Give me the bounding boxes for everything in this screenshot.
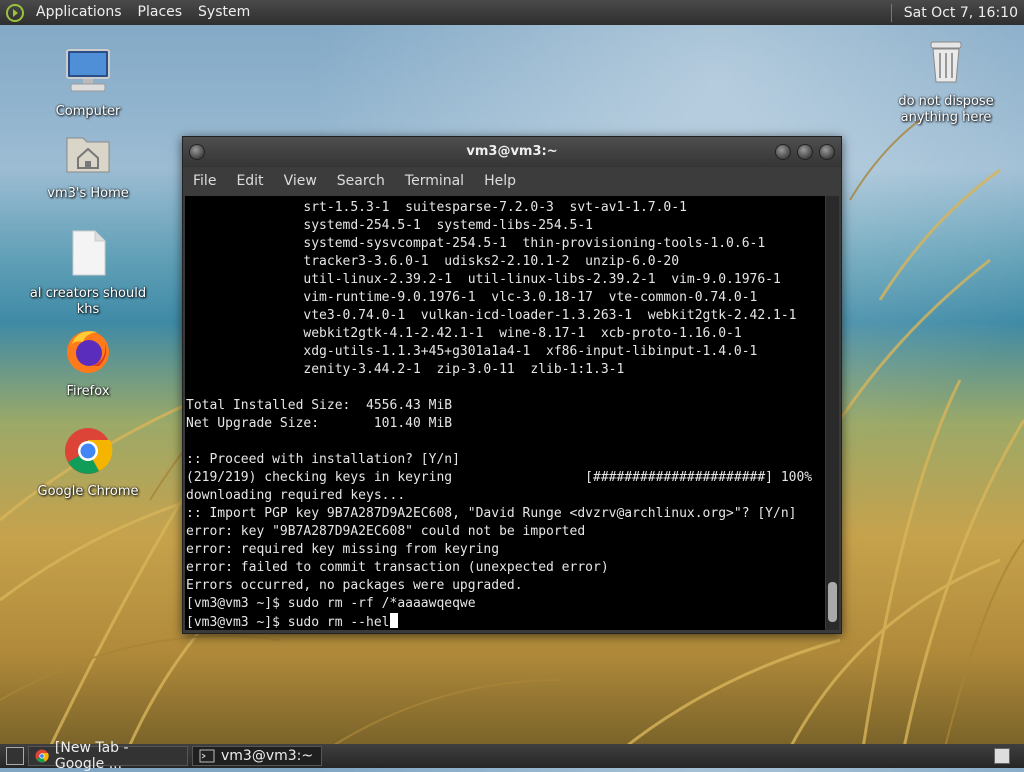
desktop-icon-computer[interactable]: Computer xyxy=(28,46,148,120)
clock[interactable]: Sat Oct 7, 16:10 xyxy=(904,5,1024,21)
scrollbar-thumb[interactable] xyxy=(828,582,837,622)
terminal-line: error: failed to commit transaction (une… xyxy=(186,560,609,575)
terminal-line: [vm3@vm3 ~]$ sudo rm -rf /*aaaawqeqwe xyxy=(186,596,476,611)
computer-icon xyxy=(66,49,110,92)
terminal-current-input: [vm3@vm3 ~]$ sudo rm --hel xyxy=(186,615,390,630)
terminal-line: vim-runtime-9.0.1976-1 vlc-3.0.18-17 vte… xyxy=(186,290,758,305)
terminal-titlebar[interactable]: vm3@vm3:~ xyxy=(183,137,841,167)
terminal-cursor xyxy=(389,613,398,628)
bottom-panel: [New Tab - Google ... vm3@vm3:~ xyxy=(0,740,1024,772)
terminal-line: webkit2gtk-4.1-2.42.1-1 wine-8.17-1 xcb-… xyxy=(186,326,742,341)
menu-help[interactable]: Help xyxy=(474,173,526,189)
desktop-icon-label: Computer xyxy=(55,104,121,119)
terminal-line: xdg-utils-1.1.3+45+g301a1a4-1 xf86-input… xyxy=(186,344,758,359)
distro-logo-icon[interactable] xyxy=(6,3,24,22)
terminal-output[interactable]: srt-1.5.3-1 suitesparse-7.2.0-3 svt-av1-… xyxy=(185,196,825,630)
menu-edit[interactable]: Edit xyxy=(226,173,273,189)
clock-area: Sat Oct 7, 16:10 xyxy=(890,0,1024,25)
chrome-icon xyxy=(65,428,113,474)
terminal-line: :: Import PGP key 9B7A287D9A2EC608, "Dav… xyxy=(186,506,797,521)
chrome-icon xyxy=(35,749,49,763)
window-menu-button[interactable] xyxy=(189,144,205,160)
terminal-line: error: required key missing from keyring xyxy=(186,542,500,557)
terminal-line: (219/219) checking keys in keyring [####… xyxy=(186,470,813,485)
minimize-button[interactable] xyxy=(775,144,791,160)
terminal-menubar: File Edit View Search Terminal Help xyxy=(183,167,841,195)
terminal-line: Errors occurred, no packages were upgrad… xyxy=(186,578,523,593)
terminal-line: :: Proceed with installation? [Y/n] xyxy=(186,452,460,467)
terminal-line: Net Upgrade Size: 101.40 MiB xyxy=(186,416,453,431)
terminal-line: util-linux-2.39.2-1 util-linux-libs-2.39… xyxy=(186,272,781,287)
maximize-button[interactable] xyxy=(797,144,813,160)
desktop-icon-label: Google Chrome xyxy=(37,484,139,499)
menu-file[interactable]: File xyxy=(183,173,226,189)
terminal-line: Total Installed Size: 4556.43 MiB xyxy=(186,398,453,413)
show-desktop-button[interactable] xyxy=(6,747,24,765)
panel-separator xyxy=(890,3,898,22)
taskbar-item-label: [New Tab - Google ... xyxy=(54,740,129,772)
terminal-line: tracker3-3.6.0-1 udisks2-2.10.1-2 unzip-… xyxy=(186,254,680,269)
desktop-icon-trash[interactable]: do not dispose anything here xyxy=(886,36,1006,126)
terminal-line: srt-1.5.3-1 suitesparse-7.2.0-3 svt-av1-… xyxy=(186,200,687,215)
terminal-line: downloading required keys... xyxy=(186,488,406,503)
terminal-line: systemd-254.5-1 systemd-libs-254.5-1 xyxy=(186,218,593,233)
desktop-icon-home[interactable]: vm3's Home xyxy=(28,128,148,202)
terminal-title: vm3@vm3:~ xyxy=(466,144,558,159)
terminal-icon xyxy=(199,749,215,763)
taskbar-item-label: vm3@vm3:~ xyxy=(221,748,314,764)
desktop-icon-label: Firefox xyxy=(66,384,110,399)
terminal-window[interactable]: vm3@vm3:~ File Edit View Search Terminal… xyxy=(182,136,842,634)
system-menu[interactable]: System xyxy=(190,0,258,25)
desktop-icon-text-file[interactable]: al creators should khs xyxy=(28,228,148,318)
menu-terminal[interactable]: Terminal xyxy=(395,173,474,189)
close-button[interactable] xyxy=(819,144,835,160)
applications-menu[interactable]: Applications xyxy=(28,0,130,25)
window-controls xyxy=(775,144,835,160)
places-menu[interactable]: Places xyxy=(130,0,191,25)
trash-icon xyxy=(930,41,962,83)
terminal-line: error: key "9B7A287D9A2EC608" could not … xyxy=(186,524,586,539)
taskbar-item-chrome[interactable]: [New Tab - Google ... xyxy=(28,740,188,772)
top-panel: Applications Places System Sat Oct 7, 16… xyxy=(0,0,1024,25)
terminal-text: srt-1.5.3-1 suitesparse-7.2.0-3 svt-av1-… xyxy=(185,196,825,630)
taskbar-item-terminal[interactable]: vm3@vm3:~ xyxy=(192,746,322,766)
menu-search[interactable]: Search xyxy=(327,173,395,189)
desktop-icon-label: do not dispose anything here xyxy=(898,94,994,125)
menu-view[interactable]: View xyxy=(274,173,327,189)
firefox-icon xyxy=(67,331,109,373)
terminal-line: zenity-3.44.2-1 zip-3.0-11 zlib-1:1.3-1 xyxy=(186,362,625,377)
desktop-icon-chrome[interactable]: Google Chrome xyxy=(28,426,148,500)
terminal-scrollbar[interactable] xyxy=(826,196,839,630)
desktop-icon-label: vm3's Home xyxy=(47,186,129,201)
desktop-icon-label: al creators should khs xyxy=(29,286,147,317)
terminal-line: vte3-0.74.0-1 vulkan-icd-loader-1.3.263-… xyxy=(186,308,797,323)
terminal-line: systemd-sysvcompat-254.5-1 thin-provisio… xyxy=(186,236,766,251)
workspace-switcher[interactable] xyxy=(994,748,1010,764)
home-folder-icon xyxy=(66,137,110,173)
text-file-icon xyxy=(72,230,106,276)
desktop-icon-firefox[interactable]: Firefox xyxy=(28,326,148,400)
